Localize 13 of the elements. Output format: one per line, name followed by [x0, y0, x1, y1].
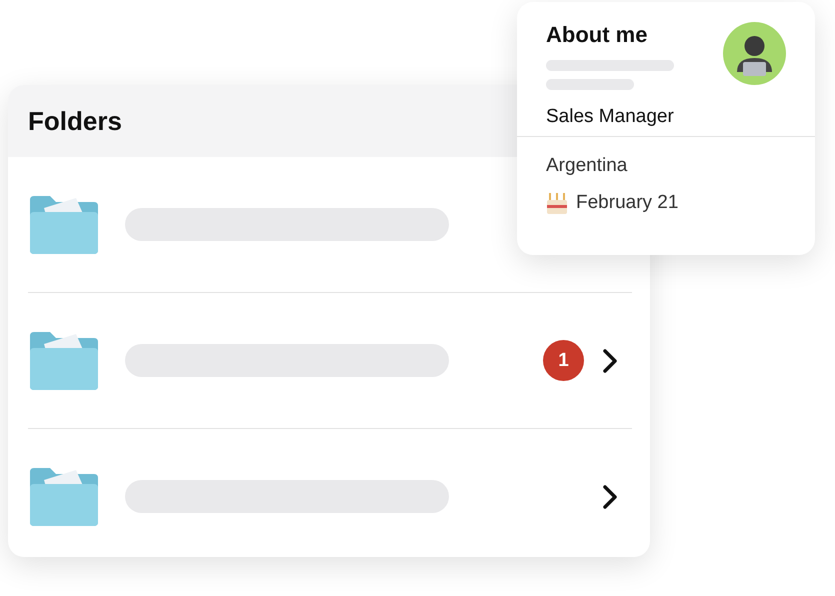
chevron-icon[interactable]: [602, 484, 618, 510]
folder-icon: [28, 330, 100, 392]
cake-icon: [546, 191, 568, 215]
about-title: About me: [546, 22, 648, 48]
country-text: Argentina: [546, 155, 628, 177]
folders-title: Folders: [28, 106, 122, 136]
job-title: Sales Manager: [546, 106, 675, 128]
avatar-icon: [723, 22, 786, 85]
birthday-text: February 21: [576, 192, 678, 214]
folder-icon: [28, 194, 100, 256]
count-badge: 1: [543, 340, 584, 381]
chevron-icon[interactable]: [602, 348, 618, 374]
folder-icon: [28, 466, 100, 528]
